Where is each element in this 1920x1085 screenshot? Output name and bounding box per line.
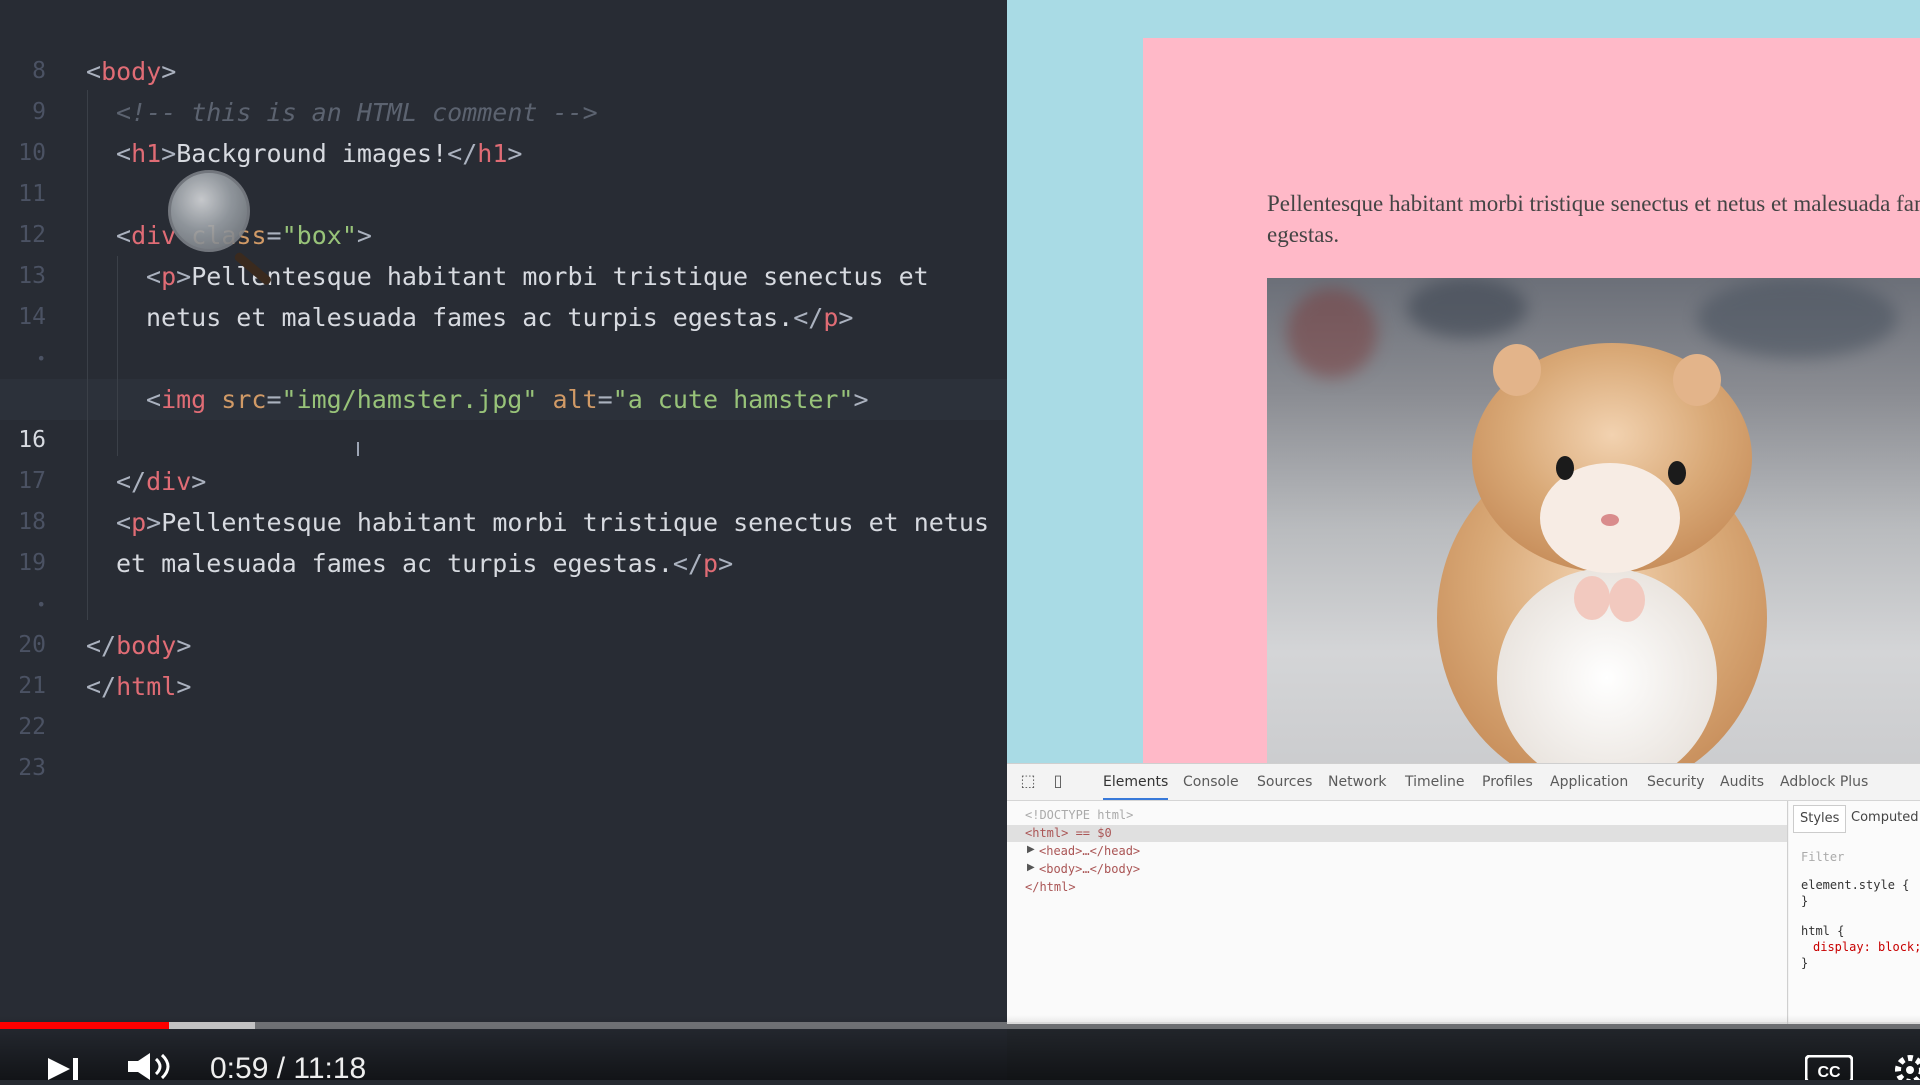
progress-bar[interactable] xyxy=(0,1022,1920,1029)
editor-line[interactable]: 17 xyxy=(0,420,1007,494)
magnifier-cursor-icon xyxy=(168,170,250,252)
hamster-image xyxy=(1267,278,1920,763)
editor-line[interactable]: 18 </div> xyxy=(0,461,1007,535)
tab-computed[interactable]: Computed xyxy=(1845,805,1920,831)
code-body-open: <body> xyxy=(86,57,177,86)
device-toolbar-icon[interactable]: ▯ xyxy=(1049,772,1067,790)
code-div-close: </div> xyxy=(116,467,207,496)
progress-played xyxy=(0,1022,169,1029)
tab-security[interactable]: Security xyxy=(1647,764,1705,800)
tab-application[interactable]: Application xyxy=(1550,764,1628,800)
volume-icon[interactable] xyxy=(126,1053,178,1080)
style-property: display: block; xyxy=(1813,940,1920,954)
box-paragraph: Pellentesque habitant morbi tristique se… xyxy=(1267,191,1920,247)
expand-arrow-icon[interactable]: ▶ xyxy=(1027,844,1035,855)
tab-profiles[interactable]: Profiles xyxy=(1482,764,1533,800)
hamster-illustration xyxy=(1437,343,1767,763)
tab-console[interactable]: Console xyxy=(1183,764,1239,800)
indent-guide xyxy=(87,90,88,620)
code-img: <img src="img/hamster.jpg" alt="a cute h… xyxy=(146,385,869,414)
tab-network[interactable]: Network xyxy=(1328,764,1386,800)
editor-line[interactable]: 20 xyxy=(0,584,1007,658)
text-cursor xyxy=(357,442,359,456)
tab-sources[interactable]: Sources xyxy=(1257,764,1312,800)
editor-line[interactable]: 11 <h1>Background images!</h1> xyxy=(0,133,1007,207)
style-rule: } xyxy=(1801,894,1809,908)
editor-line[interactable]: 23 xyxy=(0,707,1007,781)
editor-line[interactable]: 14 <p>Pellentesque habitant morbi tristi… xyxy=(0,256,1007,330)
indent-guide xyxy=(117,256,118,456)
code-p2-end: et malesuada fames ac turpis egestas.</p… xyxy=(116,549,734,578)
dom-html-selected[interactable]: <html> == $0 xyxy=(1007,825,1787,842)
editor-line[interactable]: 8 xyxy=(0,10,1007,84)
dom-doctype[interactable]: <!DOCTYPE html> xyxy=(1025,807,1133,824)
editor-line-wrapped[interactable]: • netus et malesuada fames ac turpis ege… xyxy=(0,297,1007,368)
line-number: 23 xyxy=(18,755,46,781)
style-rule: element.style { xyxy=(1801,878,1910,892)
code-comment: <!-- this is an HTML comment --> xyxy=(116,98,598,127)
editor-line[interactable]: 9 <body> xyxy=(0,51,1007,125)
editor-line[interactable]: 21 </body> xyxy=(0,625,1007,699)
styles-pane[interactable]: Styles Computed Filter element.style { }… xyxy=(1789,801,1920,1024)
devtools-panel[interactable]: ⬚ ▯ Elements Console Sources Network Tim… xyxy=(1007,763,1920,1024)
editor-line[interactable]: 12 xyxy=(0,174,1007,248)
editor-line[interactable]: 22 </html> xyxy=(0,666,1007,740)
code-h1: <h1>Background images!</h1> xyxy=(116,139,523,168)
tab-adblock-plus[interactable]: Adblock Plus xyxy=(1780,764,1868,800)
editor-line[interactable]: 15 xyxy=(0,338,1007,412)
dom-tree[interactable]: <!DOCTYPE html> <html> == $0 ▶ <head>…</… xyxy=(1007,801,1788,1024)
code-body-close: </body> xyxy=(86,631,192,660)
expand-arrow-icon[interactable]: ▶ xyxy=(1027,862,1035,873)
editor-line[interactable]: 19 <p>Pellentesque habitant morbi tristi… xyxy=(0,502,1007,576)
dom-body[interactable]: <body>…</body> xyxy=(1039,861,1140,878)
tab-styles[interactable]: Styles xyxy=(1793,805,1847,833)
tab-timeline[interactable]: Timeline xyxy=(1405,764,1465,800)
code-p1-end: netus et malesuada fames ac turpis egest… xyxy=(146,303,854,332)
next-video-icon[interactable] xyxy=(46,1058,82,1080)
captions-icon[interactable]: CC xyxy=(1805,1055,1853,1080)
dom-head[interactable]: <head>…</head> xyxy=(1039,843,1140,860)
editor-line-current[interactable]: 16 <img src="img/hamster.jpg" alt="a cut… xyxy=(0,379,1007,453)
code-html-close: </html> xyxy=(86,672,192,701)
inspect-element-icon[interactable]: ⬚ xyxy=(1019,772,1037,790)
style-rule: } xyxy=(1801,956,1809,970)
tab-audits[interactable]: Audits xyxy=(1720,764,1764,800)
pink-box: Pellentesque habitant morbi tristique se… xyxy=(1143,38,1920,763)
browser-preview[interactable]: Pellentesque habitant morbi tristique se… xyxy=(1007,0,1920,763)
tab-elements[interactable]: Elements xyxy=(1103,764,1169,800)
styles-filter-input[interactable]: Filter xyxy=(1801,849,1844,865)
editor-line[interactable]: 10 <!-- this is an HTML comment --> xyxy=(0,92,1007,166)
editor-line-wrapped[interactable]: • et malesuada fames ac turpis egestas.<… xyxy=(0,543,1007,614)
settings-gear-icon[interactable] xyxy=(1890,1050,1920,1080)
editor-line[interactable]: 13 <div class="box"> xyxy=(0,215,1007,289)
dom-html-close[interactable]: </html> xyxy=(1025,879,1076,896)
devtools-tabbar: ⬚ ▯ Elements Console Sources Network Tim… xyxy=(1007,764,1920,801)
style-rule: html { xyxy=(1801,924,1845,938)
code-editor[interactable]: 8 9 <body> 10 <!-- this is an HTML comme… xyxy=(0,0,1007,1080)
code-p2-start: <p>Pellentesque habitant morbi tristique… xyxy=(116,508,990,537)
svg-text:CC: CC xyxy=(1817,1064,1841,1080)
